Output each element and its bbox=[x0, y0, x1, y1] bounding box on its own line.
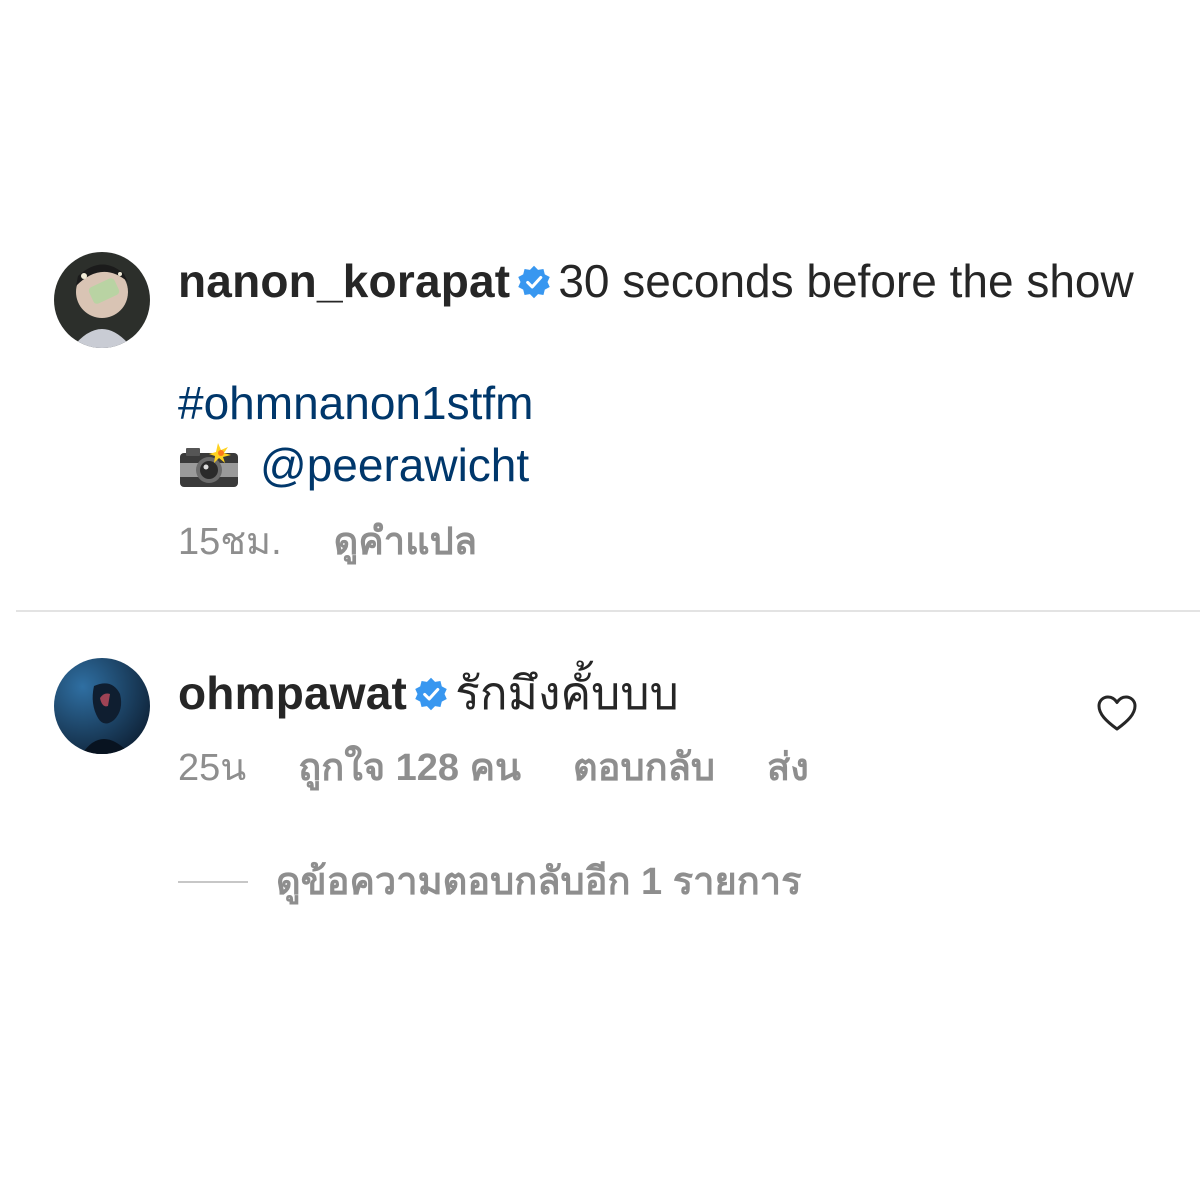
replies-line bbox=[178, 881, 248, 883]
post-meta: 15ชม. ดูคำแปล bbox=[178, 518, 477, 566]
verified-badge-icon bbox=[413, 676, 449, 712]
see-translation-button[interactable]: ดูคำแปล bbox=[334, 518, 477, 566]
avatar-ohmpawat[interactable] bbox=[54, 658, 150, 754]
verified-badge-icon bbox=[516, 264, 552, 300]
divider bbox=[16, 610, 1200, 612]
post-caption-text: 30 seconds before the show bbox=[558, 255, 1134, 307]
post-username[interactable]: nanon_korapat bbox=[178, 255, 510, 307]
post-time: 15ชม. bbox=[178, 521, 282, 563]
send-button[interactable]: ส่ง bbox=[767, 744, 809, 792]
post-credit: @peerawicht bbox=[178, 436, 529, 494]
credit-mention[interactable]: @peerawicht bbox=[260, 436, 529, 494]
comment-meta: 25น ถูกใจ 128 คน ตอบกลับ ส่ง bbox=[178, 744, 809, 792]
avatar-nanon[interactable] bbox=[54, 252, 150, 348]
camera-with-flash-icon bbox=[178, 441, 242, 489]
view-replies-button[interactable]: ดูข้อความตอบกลับอีก 1 รายการ bbox=[178, 858, 802, 906]
comment-text: รักมึงคั้บบบ bbox=[455, 667, 679, 719]
reply-button[interactable]: ตอบกลับ bbox=[573, 744, 715, 792]
comment: ohmpawat รักมึงคั้บบบ bbox=[178, 664, 679, 722]
likes-count-button[interactable]: ถูกใจ 128 คน bbox=[298, 744, 521, 792]
comment-username[interactable]: ohmpawat bbox=[178, 667, 407, 719]
view-replies-label: ดูข้อความตอบกลับอีก 1 รายการ bbox=[276, 861, 802, 903]
heart-outline-icon[interactable] bbox=[1096, 694, 1138, 732]
post-caption: nanon_korapat 30 seconds before the show bbox=[178, 252, 1168, 310]
post-hashtag[interactable]: #ohmnanon1stfm bbox=[178, 374, 533, 432]
comment-time: 25น bbox=[178, 747, 247, 789]
